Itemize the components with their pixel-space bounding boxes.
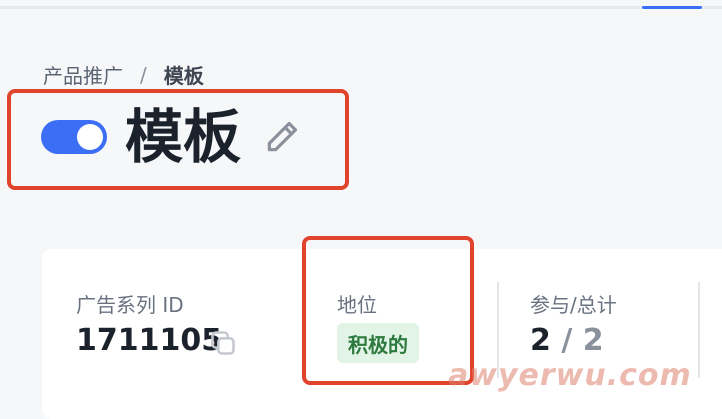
breadcrumb: 产品推广 / 模板 [43,60,204,89]
participation-total: 2 [582,323,604,358]
watermark-text: awyerwu.com [448,358,692,393]
pencil-icon[interactable] [263,118,301,156]
status-label: 地位 [337,293,377,317]
participation-label: 参与/总计 [530,293,617,317]
participation-count: 2 [530,323,551,358]
breadcrumb-separator: / [140,62,147,87]
page-title: 模板 [125,103,242,171]
title-row: 模板 [41,108,301,166]
breadcrumb-parent-link[interactable]: 产品推广 [43,60,123,89]
divider [698,282,700,378]
copy-icon[interactable] [209,329,237,357]
participation-separator: / [561,323,573,358]
participation-value: 2 / 2 [530,323,604,358]
campaign-id-value: 1711105 [76,323,223,358]
toggle-knob [77,124,103,150]
top-border [0,6,722,9]
campaign-id-label: 广告系列 ID [76,293,184,317]
active-toggle[interactable] [41,120,107,154]
status-badge: 积极的 [337,323,419,363]
breadcrumb-current: 模板 [163,64,204,88]
active-tab-indicator [642,6,702,9]
